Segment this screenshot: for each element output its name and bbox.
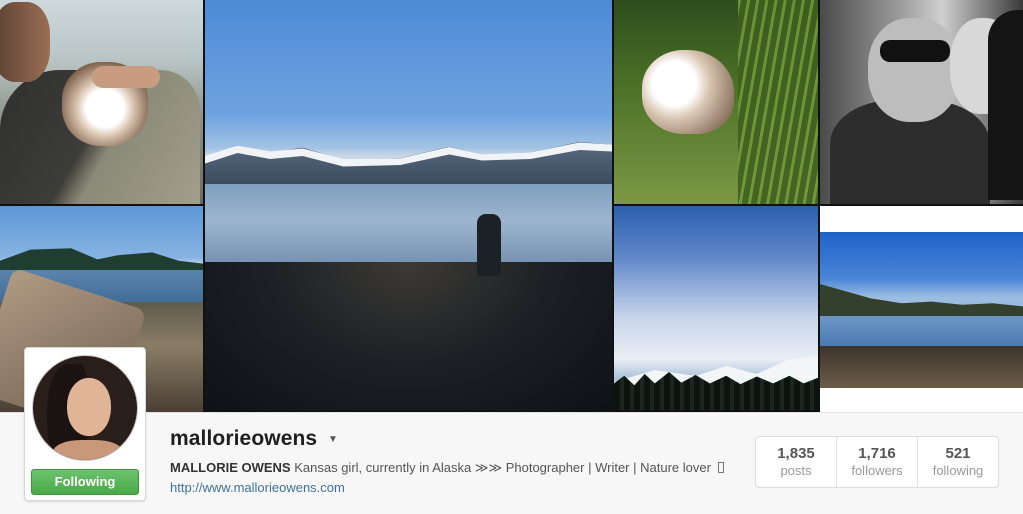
profile-stats: 1,835 posts 1,716 followers 521 followin… (755, 436, 999, 488)
photo-man-with-husky[interactable] (0, 0, 203, 204)
photo-panoramic-lake[interactable] (820, 206, 1023, 412)
unknown-glyph-icon (717, 462, 724, 473)
stat-followers-count: 1,716 (858, 445, 896, 462)
stat-following[interactable]: 521 following (918, 437, 998, 487)
stat-following-label: following (932, 463, 984, 478)
photo-grid (0, 0, 1023, 412)
chevron-down-icon[interactable]: ▼ (328, 434, 338, 445)
profile-bio-text: Kansas girl, currently in Alaska ≫≫ Phot… (294, 460, 711, 475)
avatar[interactable] (32, 355, 138, 461)
stat-posts-count: 1,835 (777, 445, 815, 462)
avatar-card: Following (24, 347, 146, 501)
stat-followers[interactable]: 1,716 followers (837, 437, 918, 487)
profile-full-name: MALLORIE OWENS (170, 460, 291, 475)
profile-website-link[interactable]: http://www.mallorieowens.com (170, 480, 345, 495)
photo-running-puppy[interactable] (614, 0, 818, 204)
photo-sky-mountains[interactable] (614, 206, 818, 410)
following-button[interactable]: Following (31, 469, 139, 495)
stat-posts[interactable]: 1,835 posts (756, 437, 837, 487)
photo-couple-selfie[interactable] (820, 0, 1023, 204)
stat-followers-label: followers (851, 463, 903, 478)
stat-posts-label: posts (780, 463, 812, 478)
photo-lake-man-standing[interactable] (205, 0, 612, 410)
stat-following-count: 521 (945, 445, 971, 462)
profile-bio: MALLORIE OWENS Kansas girl, currently in… (170, 458, 730, 498)
profile-username: mallorieowens (170, 427, 318, 450)
